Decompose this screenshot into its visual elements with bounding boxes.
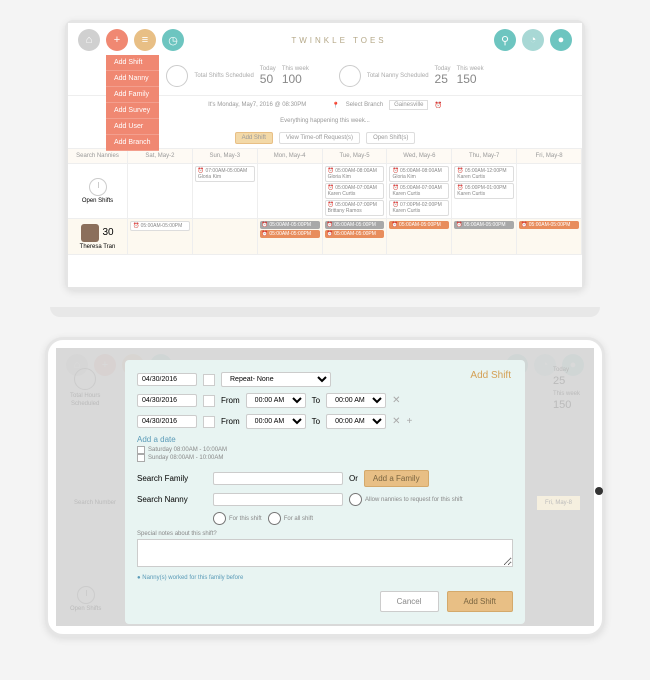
- laptop-base: [50, 307, 600, 317]
- submit-add-shift-button[interactable]: Add Shift: [447, 591, 513, 612]
- day-header: Mon, May-4: [258, 149, 323, 163]
- menu-item[interactable]: Add Family: [106, 87, 159, 103]
- tablet-mockup: ⌂ + ≡ ◷ TWINKLE TOES ⚲ ◔ ● Total Hours S…: [45, 337, 605, 637]
- shift-chip[interactable]: ⏰ 05:00AM-12:00PM Karen Curtis: [454, 166, 514, 182]
- bg-stat-right: Today 25 This week 150: [553, 366, 580, 414]
- day-header: Fri, May-8: [517, 149, 582, 163]
- clock-icon[interactable]: ◷: [162, 29, 184, 51]
- open-shifts-label: Open Shifts: [68, 164, 128, 218]
- add-shift-button[interactable]: Add Shift: [235, 132, 273, 144]
- shift-chip[interactable]: ⏰ 05:00AM-05:00PM: [260, 230, 320, 238]
- to-time-1[interactable]: 00:00 AM: [326, 393, 386, 408]
- search-nanny-input[interactable]: [213, 493, 343, 506]
- add-row-icon[interactable]: +: [407, 416, 413, 427]
- add-dropdown-menu: Add ShiftAdd NannyAdd FamilyAdd SurveyAd…: [106, 55, 159, 151]
- notes-textarea[interactable]: [137, 539, 513, 567]
- open-shifts-row: Open Shifts ⏰ 07:00AM-05:00AM Gloria Kim…: [68, 164, 582, 219]
- app-screen-2: ⌂ + ≡ ◷ TWINKLE TOES ⚲ ◔ ● Total Hours S…: [56, 348, 594, 626]
- remove-row-icon[interactable]: ✕: [392, 395, 400, 406]
- shift-chip[interactable]: ⏰ 05:00AM-07:00PM Brittany Ramos: [325, 200, 385, 216]
- modal-overlay: Total Hours Scheduled Today 25 This week…: [56, 348, 594, 626]
- shift-chip[interactable]: ⏰ 05:00AM-05:00PM: [519, 221, 579, 229]
- bell-icon[interactable]: ◔: [522, 29, 544, 51]
- shift-chip[interactable]: ⏰ 07:00AM-05:00AM Gloria Kim: [195, 166, 255, 182]
- brand-logo: TWINKLE TOES: [190, 36, 488, 45]
- nanny-row: 30 Theresa Tran ⏰ 05:00AM-05:00PM ⏰ 05:0…: [68, 219, 582, 255]
- bg-search: Search Number: [70, 496, 120, 510]
- avatar: [81, 224, 99, 242]
- menu-item[interactable]: Add Branch: [106, 135, 159, 151]
- alarm-icon[interactable]: ⏰: [434, 102, 441, 109]
- day-header: Wed, May-6: [387, 149, 452, 163]
- from-time-2[interactable]: 00:00 AM: [246, 414, 306, 429]
- bg-day: Fri, May-8: [537, 496, 580, 510]
- shift-chip[interactable]: ⏰ 07:00PM-02:00PM Karen Curtis: [389, 200, 449, 216]
- alarm-icon: [166, 65, 188, 87]
- top-toolbar: ⌂ + ≡ ◷ TWINKLE TOES ⚲ ◔ ●: [68, 23, 582, 57]
- shift-chip[interactable]: ⏰ 05:00AM-05:00PM: [389, 221, 449, 229]
- day-header: Thu, May-7: [452, 149, 517, 163]
- modal-title: Add Shift: [470, 370, 511, 381]
- add-date-label: Add a date: [137, 435, 513, 444]
- bg-stat-left: Total Hours Scheduled: [70, 368, 100, 409]
- shift-chip[interactable]: ⏰ 05:00AM-05:00PM: [260, 221, 320, 229]
- add-button[interactable]: +: [106, 29, 128, 51]
- remove-row-icon[interactable]: ✕: [392, 416, 400, 427]
- shift-chip[interactable]: ⏰ 05:00AM-07:00AM Karen Curtis: [325, 183, 385, 199]
- branch-select[interactable]: Gainesville: [389, 100, 428, 110]
- calendar-icon[interactable]: [203, 374, 215, 386]
- day-header: Sat, May-2: [128, 149, 193, 163]
- calendar-icon[interactable]: [203, 395, 215, 407]
- from-time-1[interactable]: 00:00 AM: [246, 393, 306, 408]
- laptop-mockup: ⌂ + ≡ ◷ TWINKLE TOES ⚲ ◔ ● Add ShiftAdd …: [65, 20, 585, 290]
- open-shift-button[interactable]: Open Shift(s): [366, 132, 415, 144]
- info-text: ● Nanny(s) worked for this family before: [137, 575, 513, 581]
- menu-item[interactable]: Add Nanny: [106, 71, 159, 87]
- calendar-icon[interactable]: [203, 416, 215, 428]
- search-family-input[interactable]: [213, 472, 343, 485]
- allow-request-radio[interactable]: Allow nannies to request for this shift: [349, 493, 463, 506]
- shift-chip[interactable]: ⏰ 05:00AM-05:00PM: [325, 230, 385, 238]
- shift-chip[interactable]: ⏰ 05:00AM-07:00AM Karen Curtis: [389, 183, 449, 199]
- app-screen-1: ⌂ + ≡ ◷ TWINKLE TOES ⚲ ◔ ● Add ShiftAdd …: [68, 23, 582, 287]
- stat-shifts: Total Shifts Scheduled Today50 This week…: [166, 65, 308, 87]
- date-input-1[interactable]: [137, 373, 197, 386]
- repeat-select[interactable]: Repeat- None: [221, 372, 331, 387]
- nanny-label: 30 Theresa Tran: [68, 219, 128, 254]
- for-all-shift-radio[interactable]: For all shift: [268, 512, 313, 525]
- shift-chip[interactable]: ⏰ 05:00AM-05:00PM: [130, 221, 190, 231]
- date-input-2[interactable]: [137, 394, 197, 407]
- date-input-3[interactable]: [137, 415, 197, 428]
- home-icon[interactable]: ⌂: [78, 29, 100, 51]
- for-this-shift-radio[interactable]: For this shift: [213, 512, 262, 525]
- shift-chip[interactable]: ⏰ 05:00AM-08:00AM Gloria Kim: [389, 166, 449, 182]
- to-time-2[interactable]: 00:00 AM: [326, 414, 386, 429]
- shift-chip[interactable]: ⏰ 05:00PM-01:00PM Karen Curtis: [454, 183, 514, 199]
- menu-item[interactable]: Add Shift: [106, 55, 159, 71]
- add-family-button[interactable]: Add a Family: [364, 470, 429, 487]
- home-button[interactable]: [595, 487, 603, 495]
- day-header: Tue, May-5: [323, 149, 388, 163]
- shift-chip[interactable]: ⏰ 05:00AM-05:00PM: [325, 221, 385, 229]
- list-icon[interactable]: ≡: [134, 29, 156, 51]
- shift-chip[interactable]: ⏰ 05:00AM-05:00PM: [454, 221, 514, 229]
- add-shift-modal: Add Shift Repeat- None From 00:00 AM To …: [125, 360, 525, 624]
- view-timeoff-button[interactable]: View Time-off Request(s): [279, 132, 360, 144]
- datetime-text: It's Monday, May7, 2016 @ 08:30PM: [208, 102, 306, 108]
- search-nannies[interactable]: Search Nannies: [68, 149, 128, 163]
- shift-chip[interactable]: ⏰ 05:00AM-08:00AM Gloria Kim: [325, 166, 385, 182]
- user-icon[interactable]: ●: [550, 29, 572, 51]
- menu-item[interactable]: Add Survey: [106, 103, 159, 119]
- day-header: Sun, May-3: [193, 149, 258, 163]
- person-icon: [339, 65, 361, 87]
- menu-item[interactable]: Add User: [106, 119, 159, 135]
- bg-open-shifts: Open Shifts: [70, 586, 101, 612]
- search-icon[interactable]: ⚲: [494, 29, 516, 51]
- cancel-button[interactable]: Cancel: [380, 591, 439, 612]
- stat-nanny: Total Nanny Scheduled Today25 This week1…: [339, 65, 484, 87]
- clock-icon: [89, 178, 107, 196]
- calendar: Search Nannies Sat, May-2 Sun, May-3 Mon…: [68, 148, 582, 255]
